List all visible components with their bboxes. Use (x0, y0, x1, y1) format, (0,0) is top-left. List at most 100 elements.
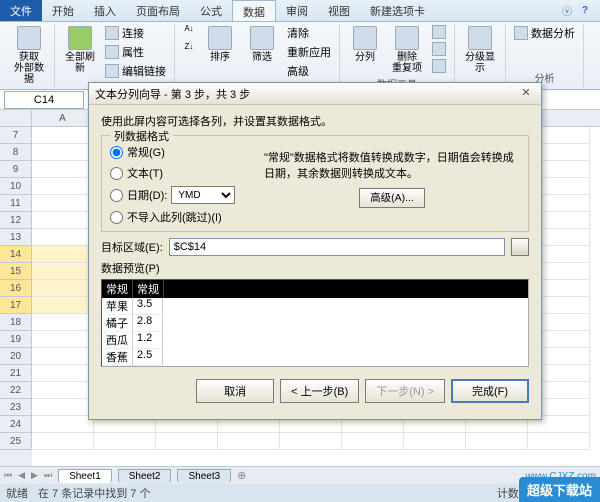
radio-text[interactable]: 文本(T) (110, 165, 250, 181)
cell[interactable] (32, 212, 94, 229)
cell[interactable] (404, 433, 466, 450)
cell[interactable] (32, 297, 94, 314)
cell[interactable] (32, 195, 94, 212)
connections-button[interactable]: 连接 (103, 24, 168, 42)
cell[interactable] (32, 348, 94, 365)
properties-button[interactable]: 属性 (103, 43, 168, 61)
row-header[interactable]: 23 (0, 399, 32, 416)
row-header[interactable]: 25 (0, 433, 32, 450)
sort-button[interactable]: 排序 (201, 24, 239, 65)
cell[interactable] (32, 246, 94, 263)
clear-filter-button[interactable]: 清除 (285, 24, 333, 42)
cell[interactable] (32, 127, 94, 144)
cell[interactable] (32, 416, 94, 433)
tab-insert[interactable]: 插入 (84, 0, 126, 21)
cell[interactable] (280, 433, 342, 450)
radio-general[interactable]: 常规(G) (110, 144, 250, 160)
text-to-columns-button[interactable]: 分列 (346, 24, 384, 65)
dialog-titlebar[interactable]: 文本分列向导 - 第 3 步，共 3 步 ✕ (89, 83, 541, 105)
edit-links-button[interactable]: 编辑链接 (103, 62, 168, 80)
advanced-button[interactable]: 高级(A)... (359, 188, 425, 208)
cell[interactable] (528, 433, 590, 450)
cell[interactable] (32, 161, 94, 178)
row-header[interactable]: 14 (0, 246, 32, 263)
filter-button[interactable]: 筛选 (243, 24, 281, 65)
cell[interactable] (32, 382, 94, 399)
cell[interactable] (32, 314, 94, 331)
cell[interactable] (32, 365, 94, 382)
cell[interactable] (32, 144, 94, 161)
row-header[interactable]: 16 (0, 280, 32, 297)
row-header[interactable]: 11 (0, 195, 32, 212)
date-format-select[interactable]: YMD (171, 186, 235, 204)
cell[interactable] (156, 433, 218, 450)
tab-view[interactable]: 视图 (318, 0, 360, 21)
cell[interactable] (32, 280, 94, 297)
row-header[interactable]: 24 (0, 416, 32, 433)
cancel-button[interactable]: 取消 (196, 379, 274, 403)
tab-review[interactable]: 审阅 (276, 0, 318, 21)
row-header[interactable]: 8 (0, 144, 32, 161)
range-picker-icon[interactable] (511, 238, 529, 256)
row-header[interactable]: 7 (0, 127, 32, 144)
row-header[interactable]: 20 (0, 348, 32, 365)
tab-nav-first-icon[interactable]: ⏮ (4, 470, 12, 481)
cell[interactable] (32, 178, 94, 195)
tab-data[interactable]: 数据 (232, 0, 276, 21)
datatool-more[interactable] (430, 24, 448, 40)
row-header[interactable]: 13 (0, 229, 32, 246)
col-header-a[interactable]: A (32, 110, 94, 126)
finish-button[interactable]: 完成(F) (451, 379, 529, 403)
next-button[interactable]: 下一步(N) > (365, 379, 445, 403)
row-header[interactable]: 9 (0, 161, 32, 178)
radio-skip[interactable]: 不导入此列(跳过)(I) (110, 209, 250, 225)
help-icon[interactable]: ? (578, 4, 592, 18)
cell[interactable] (466, 433, 528, 450)
cell[interactable] (32, 433, 94, 450)
row-header[interactable]: 21 (0, 365, 32, 382)
refresh-all-button[interactable]: 全部刷新 (61, 24, 99, 76)
data-analysis-button[interactable]: 数据分析 (512, 24, 577, 42)
sheet-tab-2[interactable]: Sheet2 (118, 469, 172, 483)
reapply-button[interactable]: 重新应用 (285, 43, 333, 61)
row-header[interactable]: 10 (0, 178, 32, 195)
row-header[interactable]: 17 (0, 297, 32, 314)
cell[interactable] (342, 433, 404, 450)
cell[interactable] (94, 433, 156, 450)
tab-file[interactable]: 文件 (0, 0, 42, 21)
tab-home[interactable]: 开始 (42, 0, 84, 21)
cell[interactable] (32, 399, 94, 416)
radio-date[interactable]: 日期(D): YMD (110, 186, 250, 204)
tab-formula[interactable]: 公式 (190, 0, 232, 21)
outline-button[interactable]: 分级显示 (461, 24, 499, 76)
tab-nav-next-icon[interactable]: ▶ (31, 470, 38, 481)
tab-newtab[interactable]: 新建选项卡 (360, 0, 435, 21)
tab-layout[interactable]: 页面布局 (126, 0, 190, 21)
select-all-corner[interactable] (0, 110, 32, 126)
row-header[interactable]: 18 (0, 314, 32, 331)
name-box[interactable]: C14 (4, 91, 84, 109)
sort-az-buttons[interactable]: A↓Z↓ (181, 24, 197, 58)
cell[interactable] (32, 229, 94, 246)
row-header[interactable]: 19 (0, 331, 32, 348)
back-button[interactable]: < 上一步(B) (280, 379, 359, 403)
cell[interactable] (32, 331, 94, 348)
sheet-tab-3[interactable]: Sheet3 (177, 469, 231, 483)
tab-nav-prev-icon[interactable]: ◀ (18, 470, 25, 481)
target-range-input[interactable] (169, 238, 505, 256)
data-preview[interactable]: 常规常规 苹果3.5橘子2.8西瓜1.2香蕉2.5 (101, 279, 529, 367)
remove-duplicates-button[interactable]: 删除 重复项 (388, 24, 426, 76)
cell[interactable] (218, 433, 280, 450)
row-header[interactable]: 15 (0, 263, 32, 280)
new-sheet-icon[interactable]: ⊕ (237, 469, 246, 482)
advanced-filter-button[interactable]: 高级 (285, 62, 333, 80)
close-icon[interactable]: ✕ (517, 86, 535, 102)
tab-nav-last-icon[interactable]: ⏭ (44, 470, 52, 481)
row-header[interactable]: 22 (0, 382, 32, 399)
get-external-data-button[interactable]: 获取 外部数据 (10, 24, 48, 87)
text-wizard-dialog: 文本分列向导 - 第 3 步，共 3 步 ✕ 使用此屏内容可选择各列，并设置其数… (88, 82, 542, 420)
minimize-ribbon-icon[interactable]: ⓥ (560, 4, 574, 18)
sheet-tab-1[interactable]: Sheet1 (58, 469, 112, 483)
cell[interactable] (32, 263, 94, 280)
row-header[interactable]: 12 (0, 212, 32, 229)
